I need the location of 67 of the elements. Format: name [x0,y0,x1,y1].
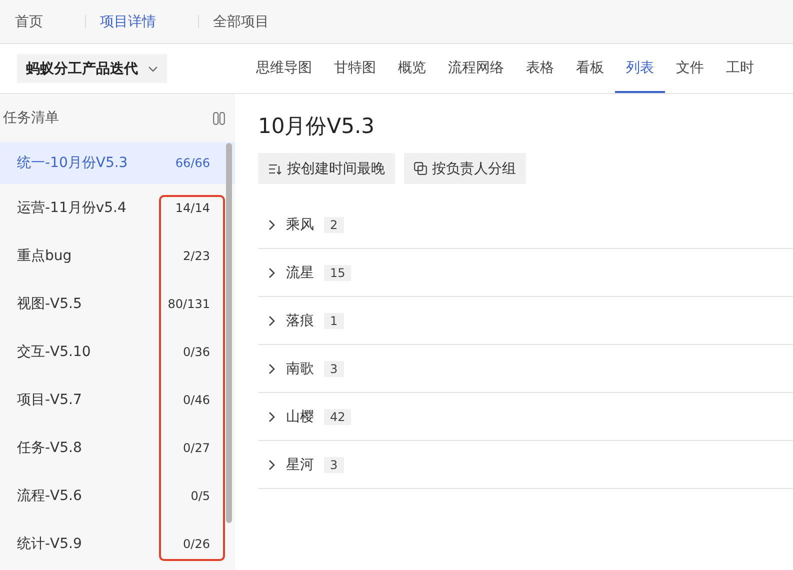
layout-icon[interactable] [213,112,225,124]
chevron-icon[interactable] [268,362,276,374]
task-list-item[interactable]: 项目-V5.7 0/46 [0,376,235,424]
task-count: 2/23 [183,249,210,263]
task-list-item[interactable]: 流程-V5.6 0/5 [0,472,235,520]
task-count: 0/5 [190,489,210,503]
count-badge: 15 [324,264,352,280]
list-name: 视图-V5.5 [17,295,82,313]
page-title: 10月份V5.3 [258,113,376,140]
chevron-icon[interactable] [268,314,276,326]
chevron-down-icon [148,66,158,72]
task-list-item[interactable]: 视图-V5.5 80/131 [0,280,235,328]
task-list-item[interactable]: 统计-V5.9 0/26 [0,520,235,568]
sort-icon [268,162,282,174]
group-name: 乘风 [286,216,314,234]
task-count: 0/36 [183,345,210,359]
list-name: 统一-10月份V5.3 [17,154,128,172]
group-name: 流星 [286,264,314,282]
view-tab[interactable]: 文件 [665,44,715,93]
list-name: 统计-V5.9 [17,535,82,553]
project-selector[interactable]: 蚂蚁分工产品迭代 [17,54,167,83]
copy-icon [414,162,427,175]
view-tab[interactable]: 列表 [615,44,665,93]
view-tab[interactable]: 看板 [565,44,615,93]
view-tab[interactable]: 流程网络 [437,44,515,93]
task-list-item[interactable]: 交互-V5.10 0/36 [0,328,235,376]
view-tab[interactable]: 工时 [715,44,765,93]
count-badge: 1 [324,312,344,328]
group-button[interactable]: 按负责人分组 [404,153,526,184]
list-name: 重点bug [17,247,72,265]
breadcrumb-link[interactable]: 项目详情 [100,12,198,30]
task-list-item[interactable]: 重点bug 2/23 [0,232,235,280]
task-count: 80/131 [168,297,210,311]
chevron-icon[interactable] [268,266,276,278]
list-name: 项目-V5.7 [17,391,82,409]
task-count: 0/27 [183,441,210,455]
count-badge: 3 [324,456,344,472]
view-tab[interactable]: 表格 [515,44,565,93]
task-list-item[interactable]: 运营-11月份v5.4 14/14 [0,184,235,232]
sidebar-title: 任务清单 [3,109,59,127]
breadcrumb-link[interactable]: 首页 [15,12,85,30]
list-name: 流程-V5.6 [17,487,82,505]
chevron-icon[interactable] [268,410,276,422]
task-count: 0/46 [183,393,210,407]
view-tab[interactable]: 思维导图 [245,44,323,93]
count-badge: 42 [324,408,352,424]
list-name: 任务-V5.8 [17,439,82,457]
chevron-icon[interactable] [268,218,276,230]
task-count: 14/14 [175,201,210,215]
count-badge: 3 [324,360,344,376]
group-name: 星河 [286,456,314,474]
group-name: 落痕 [286,312,314,330]
scrollbar[interactable] [226,143,232,523]
list-name: 运营-11月份v5.4 [17,199,126,217]
task-count: 66/66 [175,156,210,170]
view-tab[interactable]: 概览 [387,44,437,93]
task-list-item[interactable]: 任务-V5.8 0/27 [0,424,235,472]
count-badge: 2 [324,216,344,232]
group-name: 山樱 [286,408,314,426]
sort-button[interactable]: 按创建时间最晚 [258,153,395,184]
breadcrumb-link[interactable]: 全部项目 [213,12,311,30]
chevron-icon[interactable] [268,458,276,470]
task-count: 0/26 [183,537,210,551]
group-name: 南歌 [286,360,314,378]
task-list-item[interactable]: 统一-10月份V5.3 66/66 [0,142,235,184]
view-tab[interactable]: 甘特图 [323,44,387,93]
list-name: 交互-V5.10 [17,343,91,361]
